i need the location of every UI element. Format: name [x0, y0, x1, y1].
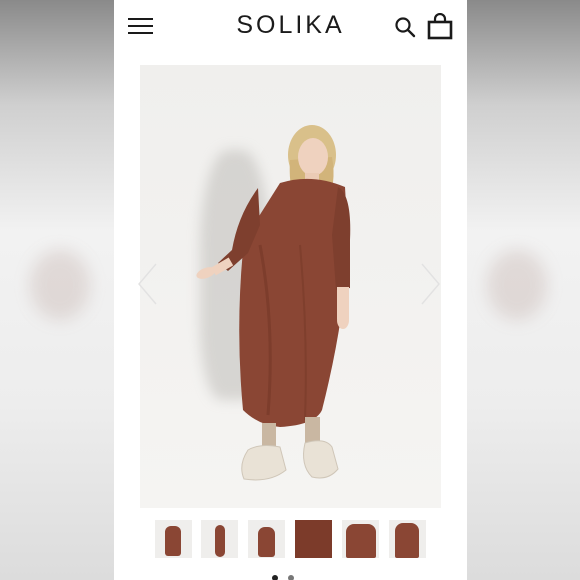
pagination-dot[interactable] — [272, 575, 278, 580]
thumbnail-dress-shape — [215, 525, 225, 557]
gallery-pagination — [272, 575, 310, 580]
backdrop-blur-shape — [487, 250, 547, 320]
product-page: SOLIKA — [114, 0, 467, 580]
chevron-right-icon[interactable] — [418, 262, 442, 306]
thumbnail-dress-shape — [295, 520, 332, 558]
search-icon[interactable] — [394, 16, 416, 38]
thumbnail-dress-shape — [165, 526, 181, 556]
thumbnail-strip — [114, 520, 467, 560]
right-blurred-backdrop — [467, 0, 580, 580]
thumbnail-5[interactable] — [342, 520, 379, 558]
thumbnail-4[interactable] — [295, 520, 332, 558]
thumbnail-3[interactable] — [248, 520, 285, 558]
model-illustration — [196, 125, 351, 481]
thumbnail-6[interactable] — [389, 520, 426, 558]
pagination-dot[interactable] — [288, 575, 294, 580]
site-header: SOLIKA — [114, 0, 467, 54]
left-blurred-backdrop — [0, 0, 114, 580]
backdrop-blur-shape — [30, 250, 90, 320]
shopping-bag-icon[interactable] — [427, 13, 453, 40]
thumbnail-dress-shape — [346, 524, 376, 558]
thumbnail-2[interactable] — [201, 520, 238, 558]
chevron-left-icon[interactable] — [136, 262, 160, 306]
product-main-image[interactable] — [140, 65, 441, 508]
thumbnail-dress-shape — [258, 527, 275, 557]
thumbnail-1[interactable] — [155, 520, 192, 558]
thumbnail-dress-shape — [395, 523, 419, 558]
